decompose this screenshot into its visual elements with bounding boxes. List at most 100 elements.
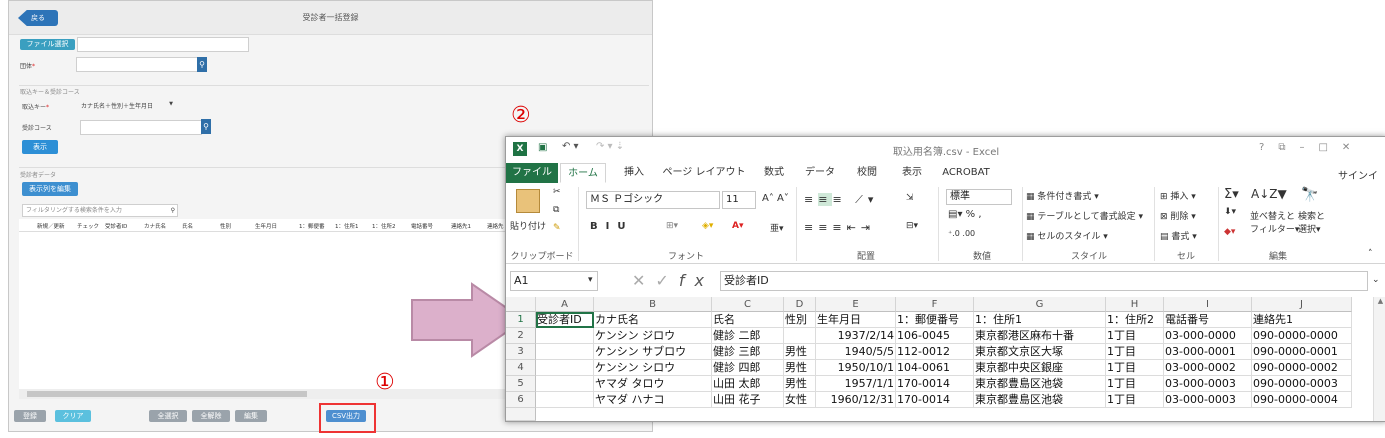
ribbon-tab[interactable]: ホーム xyxy=(560,163,606,183)
edit-columns-button[interactable]: 表示列を編集 xyxy=(22,182,78,196)
grid-column-header[interactable]: 電話番号 xyxy=(411,222,433,230)
expand-formula-icon[interactable]: ⌄ xyxy=(1372,275,1380,285)
cell[interactable]: 03-000-0003 xyxy=(1164,392,1252,408)
cell[interactable]: 東京都港区麻布十番 xyxy=(974,328,1106,344)
cell[interactable]: 104-0061 xyxy=(896,360,974,376)
vertical-align-icons[interactable]: ≡≡≡ ⟋▾ xyxy=(804,193,878,207)
column-header[interactable]: G xyxy=(974,297,1106,312)
grid-column-header[interactable]: 1：住所2 xyxy=(372,222,396,230)
grid-column-header[interactable]: 新規／更新 xyxy=(37,222,65,230)
cell[interactable]: 1960/12/31 xyxy=(816,392,896,408)
formula-input[interactable]: 受診者ID xyxy=(720,271,1368,291)
cell[interactable] xyxy=(536,328,594,344)
cell[interactable]: 生年月日 xyxy=(816,312,896,328)
cell[interactable]: 健診 二郎 xyxy=(712,328,784,344)
cell[interactable] xyxy=(536,376,594,392)
deselect-all-button[interactable]: 全解除 xyxy=(192,410,230,422)
grid-column-header[interactable]: 連絡先1 xyxy=(451,222,471,230)
cell[interactable]: 東京都豊島区池袋 xyxy=(974,392,1106,408)
cell[interactable]: 山田 花子 xyxy=(712,392,784,408)
table-format-button[interactable]: ▦ テーブルとして書式設定 ▾ xyxy=(1026,209,1143,222)
phonetic-icon[interactable]: 亜▾ xyxy=(770,221,784,234)
font-grow-icon[interactable]: A˄ A˅ xyxy=(762,193,789,204)
ribbon-tab[interactable]: 挿入 xyxy=(616,163,652,183)
course-search-icon[interactable]: ⚲ xyxy=(201,119,211,134)
paste-button[interactable]: 貼り付け xyxy=(510,219,546,232)
paste-icon[interactable] xyxy=(516,189,540,213)
cell[interactable]: 03-000-0002 xyxy=(1164,360,1252,376)
group-input[interactable] xyxy=(76,57,198,72)
find-select-button[interactable]: 検索と 選択▾ xyxy=(1298,209,1325,235)
cell[interactable]: カナ氏名 xyxy=(594,312,712,328)
cell[interactable]: 連絡先1 xyxy=(1252,312,1352,328)
row-header[interactable]: 5 xyxy=(506,376,536,392)
row-header[interactable]: 6 xyxy=(506,392,536,408)
copy-icon[interactable]: ⧉ xyxy=(553,205,559,215)
cell[interactable]: ケンシン サブロウ xyxy=(594,344,712,360)
conditional-format-button[interactable]: ▦ 条件付き書式 ▾ xyxy=(1026,189,1099,202)
number-format-select[interactable]: 標準 xyxy=(946,189,1012,205)
cell[interactable]: 山田 太郎 xyxy=(712,376,784,392)
cell[interactable]: 090-0000-0002 xyxy=(1252,360,1352,376)
grid-column-header[interactable]: 1：郵便番 xyxy=(299,222,325,230)
column-header[interactable]: H xyxy=(1106,297,1164,312)
cell[interactable]: 03-000-0003 xyxy=(1164,376,1252,392)
merge-icon[interactable]: ⊟▾ xyxy=(906,221,918,231)
cut-icon[interactable]: ✂ xyxy=(553,187,561,197)
ribbon-tab[interactable]: ファイル xyxy=(506,163,558,183)
cell[interactable]: ケンシン シロウ xyxy=(594,360,712,376)
cell[interactable]: 男性 xyxy=(784,344,816,360)
cell[interactable]: 1940/5/5 xyxy=(816,344,896,360)
grid-column-header[interactable]: チェック xyxy=(77,222,99,230)
cell[interactable]: 1950/10/1 xyxy=(816,360,896,376)
horizontal-align-icons[interactable]: ≡≡≡⇤⇥ xyxy=(804,221,875,234)
format-cells-button[interactable]: ▤ 書式 ▾ xyxy=(1160,229,1197,242)
grid-column-header[interactable]: 受診者ID xyxy=(105,222,127,230)
group-search-icon[interactable]: ⚲ xyxy=(197,57,207,72)
column-header[interactable]: E xyxy=(816,297,896,312)
cell[interactable]: 090-0000-0004 xyxy=(1252,392,1352,408)
column-header[interactable]: C xyxy=(712,297,784,312)
grid-column-header[interactable]: カナ氏名 xyxy=(144,222,166,230)
collapse-ribbon-icon[interactable]: ˄ xyxy=(1368,249,1373,259)
grid-column-header[interactable]: 氏名 xyxy=(182,222,193,230)
cell[interactable]: 1丁目 xyxy=(1106,328,1164,344)
course-input[interactable] xyxy=(80,120,202,135)
ribbon-tab[interactable]: 表示 xyxy=(892,163,932,183)
file-name-field[interactable] xyxy=(77,37,249,52)
name-box[interactable]: A1 xyxy=(510,271,598,291)
ribbon-tab[interactable]: ページ レイアウト xyxy=(656,163,752,183)
autosum-icon[interactable]: Σ▾ xyxy=(1224,187,1239,202)
help-icon[interactable]: ? xyxy=(1259,142,1278,153)
cell[interactable]: 1957/1/1 xyxy=(816,376,896,392)
cell[interactable]: 1丁目 xyxy=(1106,360,1164,376)
cell[interactable]: 1：住所2 xyxy=(1106,312,1164,328)
vertical-scrollbar[interactable]: ▲ xyxy=(1373,297,1385,421)
grid-column-header[interactable]: 連絡先 xyxy=(487,222,504,230)
cell[interactable]: 健診 四郎 xyxy=(712,360,784,376)
cell[interactable] xyxy=(536,360,594,376)
cell[interactable]: 健診 三郎 xyxy=(712,344,784,360)
fill-icon[interactable]: ⬇▾ xyxy=(1224,207,1236,217)
cell[interactable]: 受診者ID xyxy=(536,312,594,328)
format-painter-icon[interactable]: ✎ xyxy=(553,223,561,233)
cell[interactable]: 1：郵便番号 xyxy=(896,312,974,328)
font-name-select[interactable]: ＭＳ Ｐゴシック xyxy=(586,191,720,209)
cell[interactable]: 電話番号 xyxy=(1164,312,1252,328)
cell[interactable]: ケンシン ジロウ xyxy=(594,328,712,344)
scrollbar-thumb[interactable] xyxy=(27,391,307,397)
row-header[interactable]: 2 xyxy=(506,328,536,344)
cell[interactable]: 東京都豊島区池袋 xyxy=(974,376,1106,392)
select-all-corner[interactable] xyxy=(506,297,536,312)
name-box-dropdown-icon[interactable]: ▾ xyxy=(588,275,593,285)
formula-icons[interactable]: ✕✓fx xyxy=(632,271,714,290)
cell[interactable]: 090-0000-0000 xyxy=(1252,328,1352,344)
cell[interactable]: 112-0012 xyxy=(896,344,974,360)
row-header[interactable]: 3 xyxy=(506,344,536,360)
row-header[interactable]: 4 xyxy=(506,360,536,376)
column-header[interactable]: I xyxy=(1164,297,1252,312)
edit-button[interactable]: 編集 xyxy=(235,410,267,422)
select-all-button[interactable]: 全選択 xyxy=(149,410,187,422)
register-button[interactable]: 登録 xyxy=(14,410,46,422)
cell[interactable]: ヤマダ ハナコ xyxy=(594,392,712,408)
